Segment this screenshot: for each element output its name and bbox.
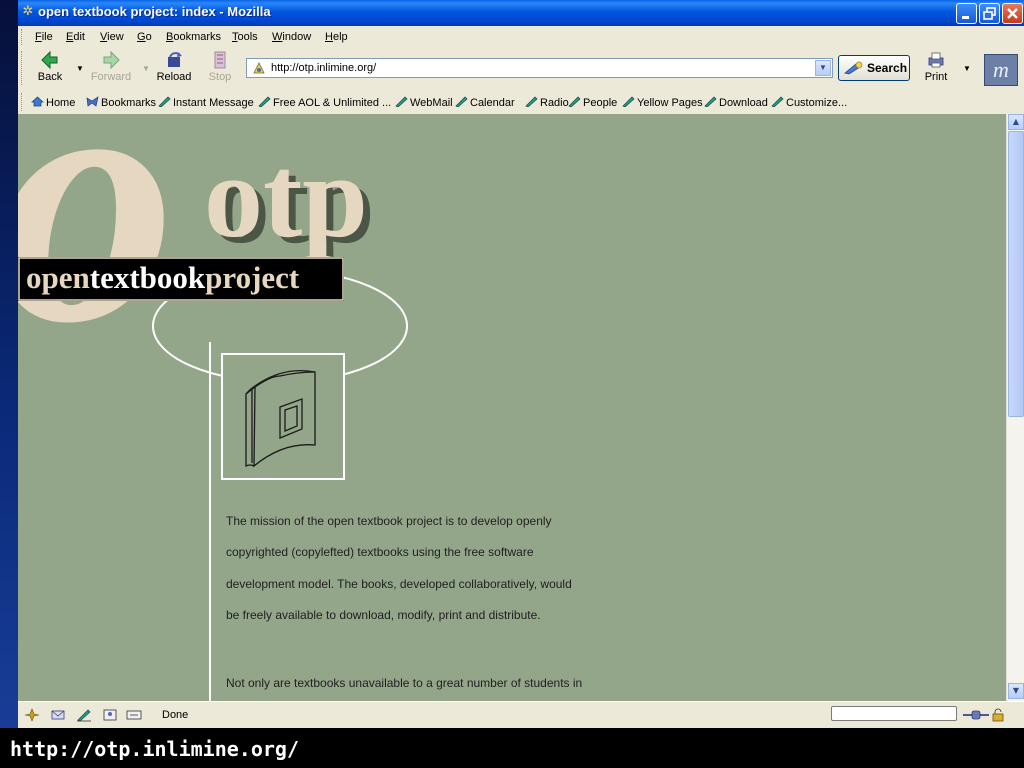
restore-button[interactable] [979, 3, 1000, 24]
menu-file[interactable]: File [35, 31, 53, 43]
bookmark-instant-message[interactable]: Instant Message [158, 96, 254, 109]
back-dropdown-icon[interactable]: ▼ [76, 64, 84, 73]
reload-button[interactable]: Reload [154, 51, 194, 87]
status-text: Done [162, 709, 189, 721]
home-icon [31, 96, 44, 107]
irc-chat-icon[interactable] [126, 708, 142, 722]
url-dropdown-button[interactable]: ▼ [815, 60, 831, 76]
back-arrow-icon [41, 51, 58, 69]
bookmark-pen-icon [455, 96, 468, 107]
window-title: open textbook project: index - Mozilla [38, 4, 271, 19]
menu-window[interactable]: Window [272, 31, 311, 43]
menu-help[interactable]: Help [325, 31, 348, 43]
page-content: o otp otp opentextbookproject [18, 114, 1006, 701]
navigator-icon[interactable] [24, 708, 40, 722]
caption-text: http://otp.inlimine.org/ [10, 737, 299, 761]
menu-go[interactable]: Go [137, 31, 152, 43]
stop-button[interactable]: Stop [200, 51, 240, 87]
scroll-down-button[interactable]: ▼ [1008, 683, 1024, 699]
bookmark-pen-icon [258, 96, 271, 107]
bookmark-free-aol[interactable]: Free AOL & Unlimited ... [258, 96, 391, 109]
url-bar[interactable]: ▼ [246, 58, 833, 78]
restore-icon [983, 7, 996, 20]
desktop-background [0, 0, 18, 768]
print-button[interactable]: Print [916, 51, 956, 87]
lock-icon [992, 708, 1004, 722]
scroll-thumb[interactable] [1008, 131, 1024, 417]
second-paragraph: Not only are textbooks unavailable to a … [226, 676, 583, 690]
reload-icon [168, 52, 182, 67]
toolbar-grip[interactable] [21, 29, 25, 45]
status-bar: Done [18, 701, 1024, 728]
url-caption: http://otp.inlimine.org/ [0, 728, 1024, 768]
url-input[interactable] [271, 61, 811, 75]
toolbar-grip[interactable] [21, 93, 25, 111]
composer-icon[interactable] [76, 708, 92, 722]
vertical-scrollbar[interactable]: ▲ ▼ [1006, 114, 1024, 701]
menu-bar: File Edit View Go Bookmarks Tools Window… [18, 26, 1024, 49]
mission-line: be freely available to download, modify,… [226, 607, 541, 622]
mail-icon[interactable] [50, 708, 66, 722]
menu-edit[interactable]: Edit [66, 31, 85, 43]
logo-word: otp [204, 131, 368, 262]
forward-button[interactable]: Forward [90, 51, 132, 87]
close-button[interactable] [1002, 3, 1023, 24]
progress-bar [831, 706, 957, 721]
bookmark-pen-icon [568, 96, 581, 107]
bookmark-calendar[interactable]: Calendar [455, 96, 515, 109]
forward-dropdown-icon[interactable]: ▼ [142, 64, 150, 73]
online-status-icon[interactable] [962, 708, 990, 722]
bookmark-pen-icon [395, 96, 408, 107]
mozilla-app-icon: ✲ [22, 4, 34, 19]
back-button[interactable]: Back [30, 51, 70, 87]
mission-paragraph: The mission of the open textbook project… [226, 506, 626, 631]
search-button[interactable]: Search [838, 55, 910, 81]
scroll-up-button[interactable]: ▲ [1008, 114, 1024, 130]
print-dropdown-icon[interactable]: ▼ [963, 64, 971, 73]
bookmark-pen-icon [704, 96, 717, 107]
minimize-icon [962, 16, 969, 19]
printer-icon [928, 52, 944, 68]
bookmarks-icon [86, 96, 99, 107]
close-icon [1007, 8, 1018, 19]
bookmark-customize[interactable]: Customize... [771, 96, 847, 109]
menu-tools[interactable]: Tools [232, 31, 258, 43]
bookmark-pen-icon [158, 96, 171, 107]
menu-bookmarks[interactable]: Bookmarks [166, 31, 221, 43]
bookmark-radio[interactable]: Radio [525, 96, 569, 109]
mission-line: development model. The books, developed … [226, 576, 572, 591]
bookmark-download[interactable]: Download [704, 96, 768, 109]
bookmarks-button[interactable]: Bookmarks [86, 96, 156, 109]
bookmark-pen-icon [525, 96, 538, 107]
bookmark-yellow-pages[interactable]: Yellow Pages [622, 96, 703, 109]
mission-line: copyrighted (copylefted) textbooks using… [226, 545, 534, 560]
bookmark-pen-icon [771, 96, 784, 107]
address-book-icon[interactable] [102, 708, 118, 722]
menu-view[interactable]: View [100, 31, 124, 43]
forward-arrow-icon [103, 51, 120, 69]
navigation-toolbar: Back ▼ Forward ▼ Reload Stop http://otp.… [18, 48, 1024, 91]
search-icon [844, 61, 863, 75]
bookmark-people[interactable]: People [568, 96, 617, 109]
stop-icon [214, 51, 226, 69]
mission-line: The mission of the open textbook project… [226, 514, 552, 528]
logo-banner-text: opentextbookproject [26, 260, 300, 295]
browser-window: ✲ open textbook project: index - Mozilla… [18, 0, 1024, 728]
page-proxy-icon [253, 62, 265, 74]
title-bar: ✲ open textbook project: index - Mozilla [18, 0, 1024, 26]
bookmark-webmail[interactable]: WebMail [395, 96, 453, 109]
bookmark-pen-icon [622, 96, 635, 107]
personal-toolbar: Home Bookmarks Instant Message Free AOL … [18, 90, 1024, 115]
mozilla-throbber-icon[interactable]: m [984, 54, 1018, 86]
minimize-button[interactable] [956, 3, 977, 24]
home-button[interactable]: Home [31, 96, 75, 109]
toolbar-grip[interactable] [21, 51, 25, 85]
logo-big-letter: o [18, 114, 176, 397]
